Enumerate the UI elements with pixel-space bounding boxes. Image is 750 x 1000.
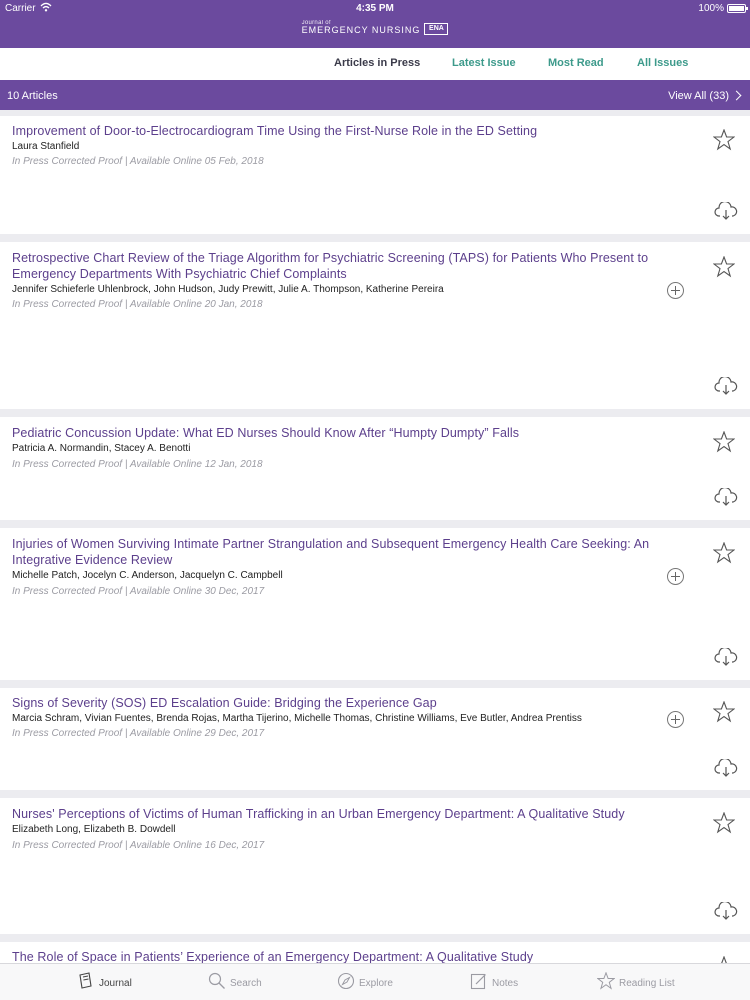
article-meta: In Press Corrected Proof | Available Onl… <box>12 299 263 310</box>
search-icon <box>208 972 225 989</box>
tab-label: Journal <box>99 978 132 989</box>
download-icon[interactable] <box>714 488 738 506</box>
star-icon[interactable] <box>713 542 735 564</box>
star-icon[interactable] <box>713 431 735 453</box>
tab-most-read[interactable]: Most Read <box>548 57 604 69</box>
article-title[interactable]: Retrospective Chart Review of the Triage… <box>12 250 672 282</box>
article-authors: Michelle Patch, Jocelyn C. Anderson, Jac… <box>12 570 283 581</box>
expand-authors-icon[interactable] <box>667 568 684 585</box>
article-title[interactable]: Pediatric Concussion Update: What ED Nur… <box>12 425 672 441</box>
article-card[interactable]: Signs of Severity (SOS) ED Escalation Gu… <box>0 688 750 790</box>
expand-authors-icon[interactable] <box>667 282 684 299</box>
article-card[interactable]: Pediatric Concussion Update: What ED Nur… <box>0 417 750 520</box>
article-authors: Laura Stanfield <box>12 141 80 152</box>
star-icon[interactable] <box>713 701 735 723</box>
download-icon[interactable] <box>714 759 738 777</box>
expand-authors-icon[interactable] <box>667 711 684 728</box>
article-authors: Elizabeth Long, Elizabeth B. Dowdell <box>12 824 176 835</box>
article-authors: Patricia A. Normandin, Stacey A. Benotti <box>12 443 191 454</box>
tab-label: Reading List <box>619 978 675 989</box>
status-bar: Carrier 4:35 PM 100% <box>0 0 750 16</box>
logo-title: EMERGENCY NURSING <box>301 25 421 35</box>
view-all-link[interactable]: View All (33) <box>668 90 742 102</box>
article-title[interactable]: Nurses' Perceptions of Victims of Human … <box>12 806 672 822</box>
article-meta: In Press Corrected Proof | Available Onl… <box>12 586 265 597</box>
download-icon[interactable] <box>714 202 738 220</box>
tab-label: Search <box>230 978 262 989</box>
download-icon[interactable] <box>714 902 738 920</box>
article-meta: In Press Corrected Proof | Available Onl… <box>12 728 265 739</box>
bottom-tab-bar: Journal Search Explore Notes Reading Lis… <box>0 963 750 1000</box>
battery-percent: 100% <box>698 3 724 14</box>
status-time: 4:35 PM <box>356 3 394 14</box>
star-icon[interactable] <box>713 129 735 151</box>
article-authors: Jennifer Schieferle Uhlenbrock, John Hud… <box>12 284 444 295</box>
tab-all-issues[interactable]: All Issues <box>637 57 688 69</box>
tab-articles-in-press[interactable]: Articles in Press <box>334 57 420 69</box>
tab-latest-issue[interactable]: Latest Issue <box>452 57 516 69</box>
download-icon[interactable] <box>714 377 738 395</box>
tab-label: Notes <box>492 978 519 989</box>
article-meta: In Press Corrected Proof | Available Onl… <box>12 840 265 851</box>
star-icon[interactable] <box>713 256 735 278</box>
chevron-right-icon <box>731 90 742 101</box>
article-meta: In Press Corrected Proof | Available Onl… <box>12 459 263 470</box>
star-icon <box>597 972 615 990</box>
journal-icon <box>79 972 92 989</box>
article-card[interactable]: Nurses' Perceptions of Victims of Human … <box>0 798 750 934</box>
section-tabs: Articles in Press Latest Issue Most Read… <box>0 48 750 80</box>
article-card[interactable]: Injuries of Women Surviving Intimate Par… <box>0 528 750 680</box>
article-title[interactable]: Signs of Severity (SOS) ED Escalation Gu… <box>12 695 672 711</box>
download-icon[interactable] <box>714 648 738 666</box>
tab-label: Explore <box>359 978 393 989</box>
star-icon[interactable] <box>713 812 735 834</box>
battery-icon <box>727 4 748 13</box>
view-all-label: View All (33) <box>668 90 729 102</box>
header-bar: Carrier 4:35 PM 100% Journal of EMERGENC… <box>0 0 750 48</box>
list-header: 10 Articles View All (33) <box>0 80 750 110</box>
article-title[interactable]: Injuries of Women Surviving Intimate Par… <box>12 536 672 568</box>
article-authors: Marcia Schram, Vivian Fuentes, Brenda Ro… <box>12 713 582 724</box>
ena-badge: ENA <box>424 23 449 35</box>
journal-logo: Journal of EMERGENCY NURSING ENA <box>0 20 750 37</box>
article-count: 10 Articles <box>7 90 58 102</box>
notes-icon <box>470 973 486 990</box>
article-meta: In Press Corrected Proof | Available Onl… <box>12 156 264 167</box>
article-card[interactable]: Retrospective Chart Review of the Triage… <box>0 242 750 409</box>
compass-icon <box>337 972 355 990</box>
app-screen: Carrier 4:35 PM 100% Journal of EMERGENC… <box>0 0 750 1000</box>
article-title[interactable]: Improvement of Door-to-Electrocardiogram… <box>12 123 672 139</box>
logo-small-text: Journal of <box>301 20 331 26</box>
article-card[interactable]: Improvement of Door-to-Electrocardiogram… <box>0 116 750 234</box>
